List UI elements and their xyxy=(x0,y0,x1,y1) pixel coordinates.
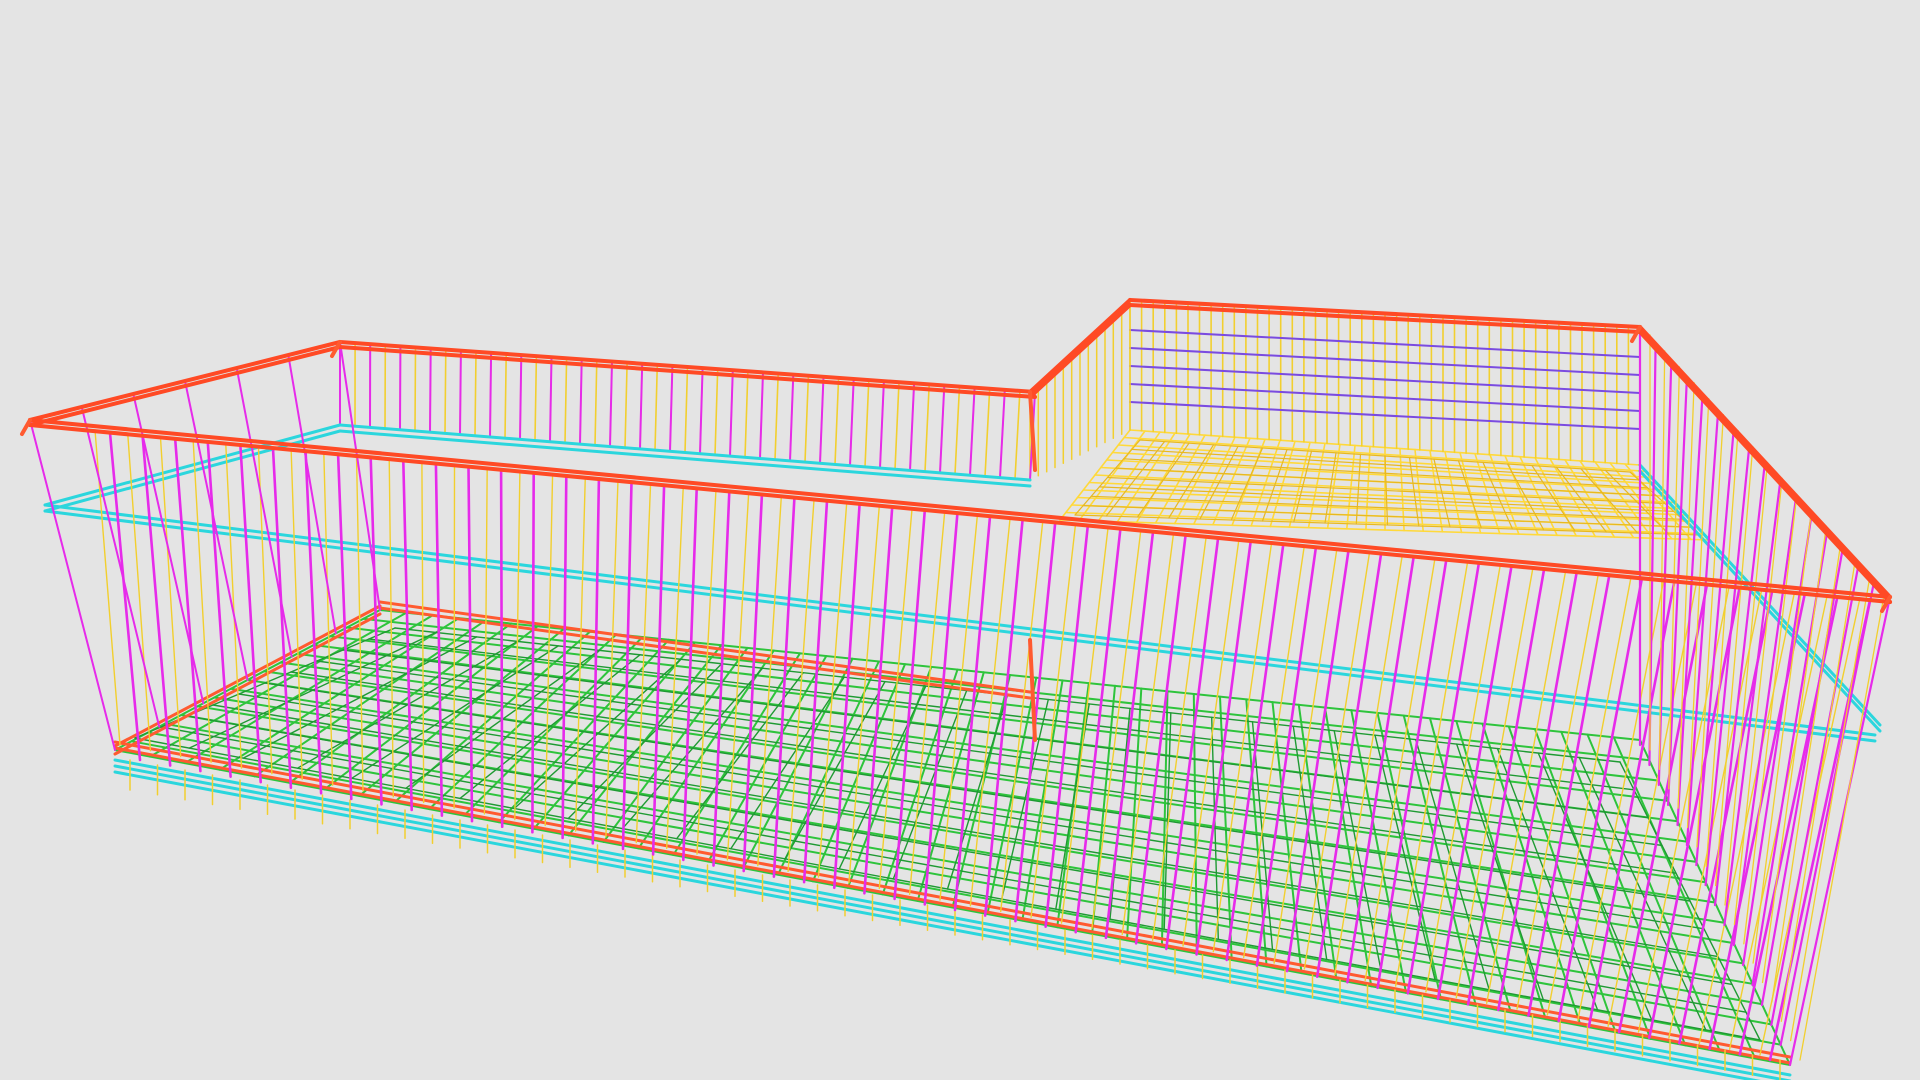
back-wall-stirrup xyxy=(519,354,523,441)
back-wall-stirrup xyxy=(489,351,493,438)
back-wall-stirrup xyxy=(429,347,432,434)
rebar-cage-model[interactable] xyxy=(0,0,1920,1080)
back-wall-stirrup xyxy=(474,350,477,437)
back-wall-stirrup xyxy=(459,349,462,436)
vertical-stirrup-bar xyxy=(499,468,504,829)
3d-viewport[interactable] xyxy=(0,0,1920,1080)
back-wall-stirrup xyxy=(414,346,417,432)
back-wall-stirrup xyxy=(444,348,447,435)
vertical-stirrup-bar xyxy=(531,471,536,834)
